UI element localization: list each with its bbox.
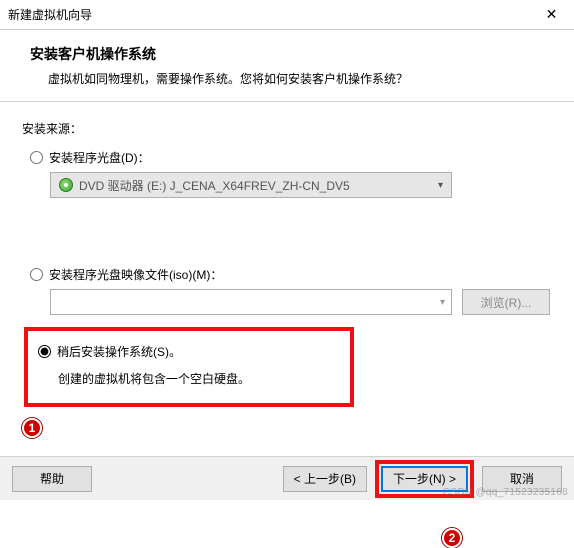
close-button[interactable]: ✕	[529, 0, 574, 30]
window-title: 新建虚拟机向导	[8, 6, 529, 23]
chevron-down-icon: ▾	[440, 297, 445, 308]
option-later[interactable]: 稍后安装操作系统(S)。	[38, 343, 336, 360]
content-area: 安装来源： 安装程序光盘(D)： DVD 驱动器 (E:) J_CENA_X64…	[0, 102, 574, 407]
annotation-badge-1: 1	[22, 418, 42, 438]
cancel-button[interactable]: 取消	[482, 466, 562, 492]
next-button[interactable]: 下一步(N) >	[381, 466, 468, 492]
disc-drive-dropdown[interactable]: DVD 驱动器 (E:) J_CENA_X64FREV_ZH-CN_DV5 ▾	[50, 172, 452, 198]
radio-disc[interactable]	[30, 151, 43, 164]
radio-later[interactable]	[38, 345, 51, 358]
disc-icon	[59, 178, 73, 192]
option-iso[interactable]: 安装程序光盘映像文件(iso)(M)：	[30, 266, 552, 283]
iso-path-combobox[interactable]: ▾	[50, 289, 452, 315]
wizard-header: 安装客户机操作系统 虚拟机如同物理机，需要操作系统。您将如何安装客户机操作系统？	[0, 30, 574, 102]
option-later-desc: 创建的虚拟机将包含一个空白硬盘。	[58, 370, 336, 387]
option-later-highlight-box: 稍后安装操作系统(S)。 创建的虚拟机将包含一个空白硬盘。	[24, 327, 354, 407]
wizard-footer: 帮助 < 上一步(B) 下一步(N) > 取消	[0, 456, 574, 500]
radio-iso[interactable]	[30, 268, 43, 281]
close-icon: ✕	[546, 6, 558, 23]
source-label: 安装来源：	[22, 120, 552, 137]
next-button-highlight-box: 下一步(N) >	[375, 460, 474, 498]
titlebar: 新建虚拟机向导 ✕	[0, 0, 574, 30]
back-button[interactable]: < 上一步(B)	[283, 466, 367, 492]
help-button[interactable]: 帮助	[12, 466, 92, 492]
annotation-badge-2: 2	[442, 528, 462, 548]
page-subheading: 虚拟机如同物理机，需要操作系统。您将如何安装客户机操作系统？	[48, 70, 550, 87]
browse-button: 浏览(R)...	[462, 289, 550, 315]
option-disc[interactable]: 安装程序光盘(D)：	[30, 149, 552, 166]
option-later-label: 稍后安装操作系统(S)。	[57, 343, 181, 360]
option-disc-label: 安装程序光盘(D)：	[49, 149, 150, 166]
option-iso-label: 安装程序光盘映像文件(iso)(M)：	[49, 266, 222, 283]
disc-drive-text: DVD 驱动器 (E:) J_CENA_X64FREV_ZH-CN_DV5	[79, 177, 350, 194]
chevron-down-icon: ▾	[438, 180, 443, 191]
browse-button-label: 浏览(R)...	[481, 294, 532, 311]
page-heading: 安装客户机操作系统	[30, 44, 550, 64]
